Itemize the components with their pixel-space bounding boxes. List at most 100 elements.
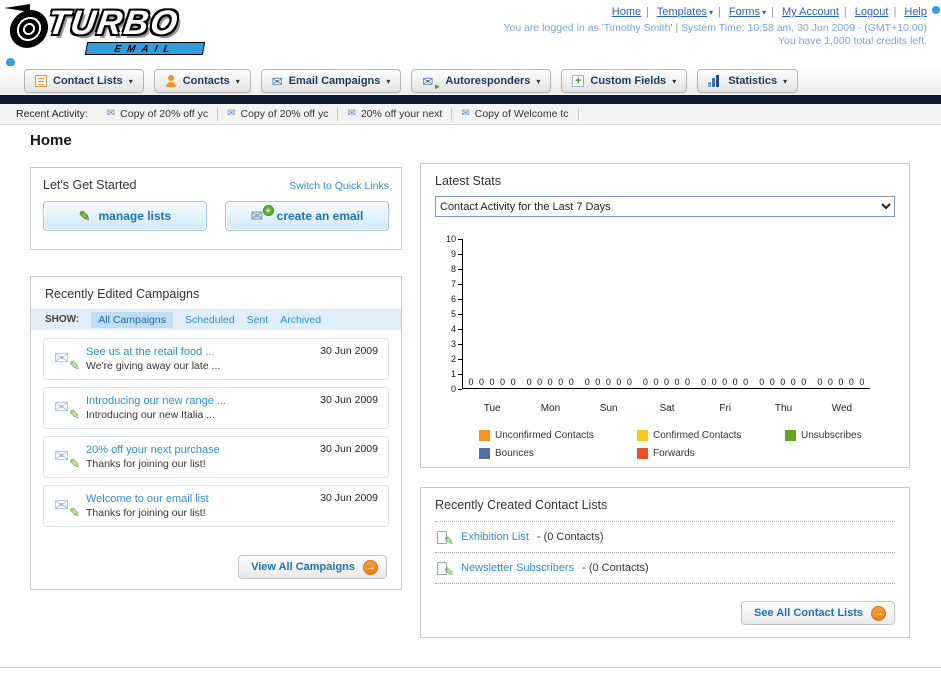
login-status-text: You are logged in as 'Timothy Smith' | S… (503, 22, 927, 34)
bar-value-label: 0 (642, 377, 648, 387)
recent-activity-label: Recent Activity: (16, 108, 88, 120)
bar-value-label: 0 (817, 377, 823, 387)
tab-email-campaigns[interactable]: ✉ Email Campaigns ▾ (260, 69, 402, 93)
tab-custom-fields[interactable]: + Custom Fields ▾ (561, 69, 688, 93)
campaign-row[interactable]: ✉ ✎ Welcome to our email list Thanks for… (43, 485, 389, 527)
create-email-button[interactable]: ✉ + create an email (225, 201, 389, 231)
filter-all-campaigns[interactable]: All Campaigns (91, 311, 173, 328)
tick-mark (458, 358, 462, 360)
campaign-date: 30 Jun 2009 (320, 345, 378, 357)
bar-value-label: 0 (769, 377, 775, 387)
stats-range-select[interactable]: Contact Activity for the Last 7 Days (435, 196, 895, 217)
y-axis-tick: 8 (435, 264, 462, 274)
statistics-icon (708, 75, 722, 87)
filter-scheduled[interactable]: Scheduled (185, 314, 235, 326)
y-axis-tick: 4 (435, 324, 462, 334)
campaign-date: 30 Jun 2009 (320, 443, 378, 455)
campaigns-title: Recently Edited Campaigns (45, 287, 200, 301)
chevron-down-icon: ▾ (708, 8, 713, 17)
campaign-date: 30 Jun 2009 (320, 394, 378, 406)
link-my-account[interactable]: My Account (782, 6, 839, 18)
chart-legend: Unconfirmed Contacts Confirmed Contacts Un… (479, 430, 895, 459)
tab-autoresponders[interactable]: ✉ ► Autoresponders ▾ (411, 69, 552, 93)
link-templates[interactable]: Templates (657, 6, 707, 18)
campaign-subtitle: Thanks for joining our list! (86, 458, 206, 470)
y-axis-tick: 5 (435, 309, 462, 319)
header-links: Home | Templates ▾ | Forms ▾ | My Account | Lo… (612, 6, 927, 18)
recent-activity-bar: Recent Activity: ✉ Copy of 20% off yc ✉ … (0, 104, 941, 125)
tab-label: Email Campaigns (288, 75, 381, 87)
campaign-date: 30 Jun 2009 (320, 492, 378, 504)
tab-contact-lists[interactable]: Contact Lists ▾ (24, 69, 144, 93)
campaign-row[interactable]: ✉ ✎ 20% off your next purchase Thanks fo… (43, 436, 389, 478)
tab-label: Contacts (182, 75, 230, 87)
recent-activity-item[interactable]: ✉ Copy of 20% off yc (218, 107, 339, 121)
campaign-row[interactable]: ✉ ✎ See us at the retail food ... We're … (43, 338, 389, 380)
legend-item: Bounces (479, 448, 637, 459)
credits-text: You have 1,000 total credits left. (777, 35, 927, 47)
link-help[interactable]: Help (904, 6, 927, 18)
chevron-down-icon: ▾ (128, 76, 133, 86)
manage-lists-button[interactable]: ✎ manage lists (43, 201, 207, 231)
y-axis-tick: 6 (435, 294, 462, 304)
bar-value-label: 0 (759, 377, 765, 387)
recent-activity-item[interactable]: ✉ Copy of 20% off yc (98, 107, 219, 121)
page-pencil-icon: ✎ (437, 529, 454, 547)
legend-item: Unconfirmed Contacts (479, 430, 637, 441)
recent-activity-item[interactable]: ✉ 20% off your next (338, 107, 453, 121)
turbo-email-logo: TURBO EMAIL (4, 4, 248, 58)
contact-list-link[interactable]: Newsletter Subscribers (461, 562, 574, 574)
see-all-contact-lists-button[interactable]: See All Contact Lists → (740, 601, 895, 625)
bar-value-label: 0 (568, 377, 574, 387)
view-all-campaigns-button[interactable]: View All Campaigns → (238, 555, 387, 579)
x-axis-label: Mon (540, 403, 561, 414)
filter-sent[interactable]: Sent (247, 314, 269, 326)
bar-value-label: 0 (558, 377, 564, 387)
bar-value-label: 0 (780, 377, 786, 387)
tab-contacts[interactable]: Contacts ▾ (153, 69, 251, 93)
page-title: Home (30, 132, 72, 149)
contact-list-row[interactable]: ✎ Newsletter Subscribers - (0 Contacts) (435, 553, 895, 584)
tab-label: Statistics (728, 75, 778, 87)
envelope-icon: ✉ (54, 348, 70, 368)
bar-value-label: 0 (674, 377, 680, 387)
x-axis-label: Tue (483, 403, 501, 414)
bar-value-label: 0 (711, 377, 717, 387)
recent-contact-lists-panel: Recently Created Contact Lists ✎ Exhibit… (420, 487, 910, 638)
envelope-icon: ✉ (347, 108, 356, 119)
arrow-right-icon: → (871, 605, 886, 621)
envelope-icon: ✉ (422, 73, 434, 89)
envelope-icon: ✉ (54, 495, 70, 515)
envelope-icon: ✉ (106, 108, 116, 119)
chart-x-labels: Tue Mon Sun Sat Fri Thu Wed (463, 403, 871, 414)
chevron-down-icon: ▾ (386, 76, 391, 86)
bar-value-label: 0 (479, 377, 485, 387)
switch-quick-links-link[interactable]: Switch to Quick Links (289, 180, 389, 192)
legend-swatch (479, 430, 490, 441)
campaign-row[interactable]: ✉ ✎ Introducing our new range ... Introd… (43, 387, 389, 429)
pencil-icon: ✎ (69, 456, 80, 471)
contacts-icon (165, 75, 177, 87)
tick-mark (458, 388, 462, 390)
legend-label: Forwards (653, 448, 695, 459)
bar-value-label: 0 (701, 377, 707, 387)
envelope-icon: ✉ (227, 108, 236, 119)
link-home[interactable]: Home (612, 6, 641, 18)
legend-item: Forwards (637, 448, 785, 459)
show-label: SHOW: (45, 314, 80, 325)
legend-label: Unsubscribes (801, 430, 862, 441)
envelope-pencil-icon: ✉ ✎ (54, 348, 80, 372)
campaign-subtitle: Thanks for joining our list! (86, 507, 206, 519)
link-forms[interactable]: Forms (729, 6, 760, 18)
filter-archived[interactable]: Archived (280, 314, 321, 326)
tab-statistics[interactable]: Statistics ▾ (697, 69, 799, 93)
contact-list-link[interactable]: Exhibition List (461, 531, 529, 543)
chart-bar-group: 00000 (637, 377, 695, 388)
create-email-label: create an email (276, 209, 364, 223)
tick-mark (458, 298, 462, 300)
see-all-contact-lists-label: See All Contact Lists (753, 607, 863, 619)
recent-activity-item[interactable]: ✉ Copy of Welcome tc (452, 107, 579, 121)
bar-value-label: 0 (684, 377, 690, 387)
contact-list-row[interactable]: ✎ Exhibition List - (0 Contacts) (435, 522, 895, 553)
link-logout[interactable]: Logout (855, 6, 889, 18)
